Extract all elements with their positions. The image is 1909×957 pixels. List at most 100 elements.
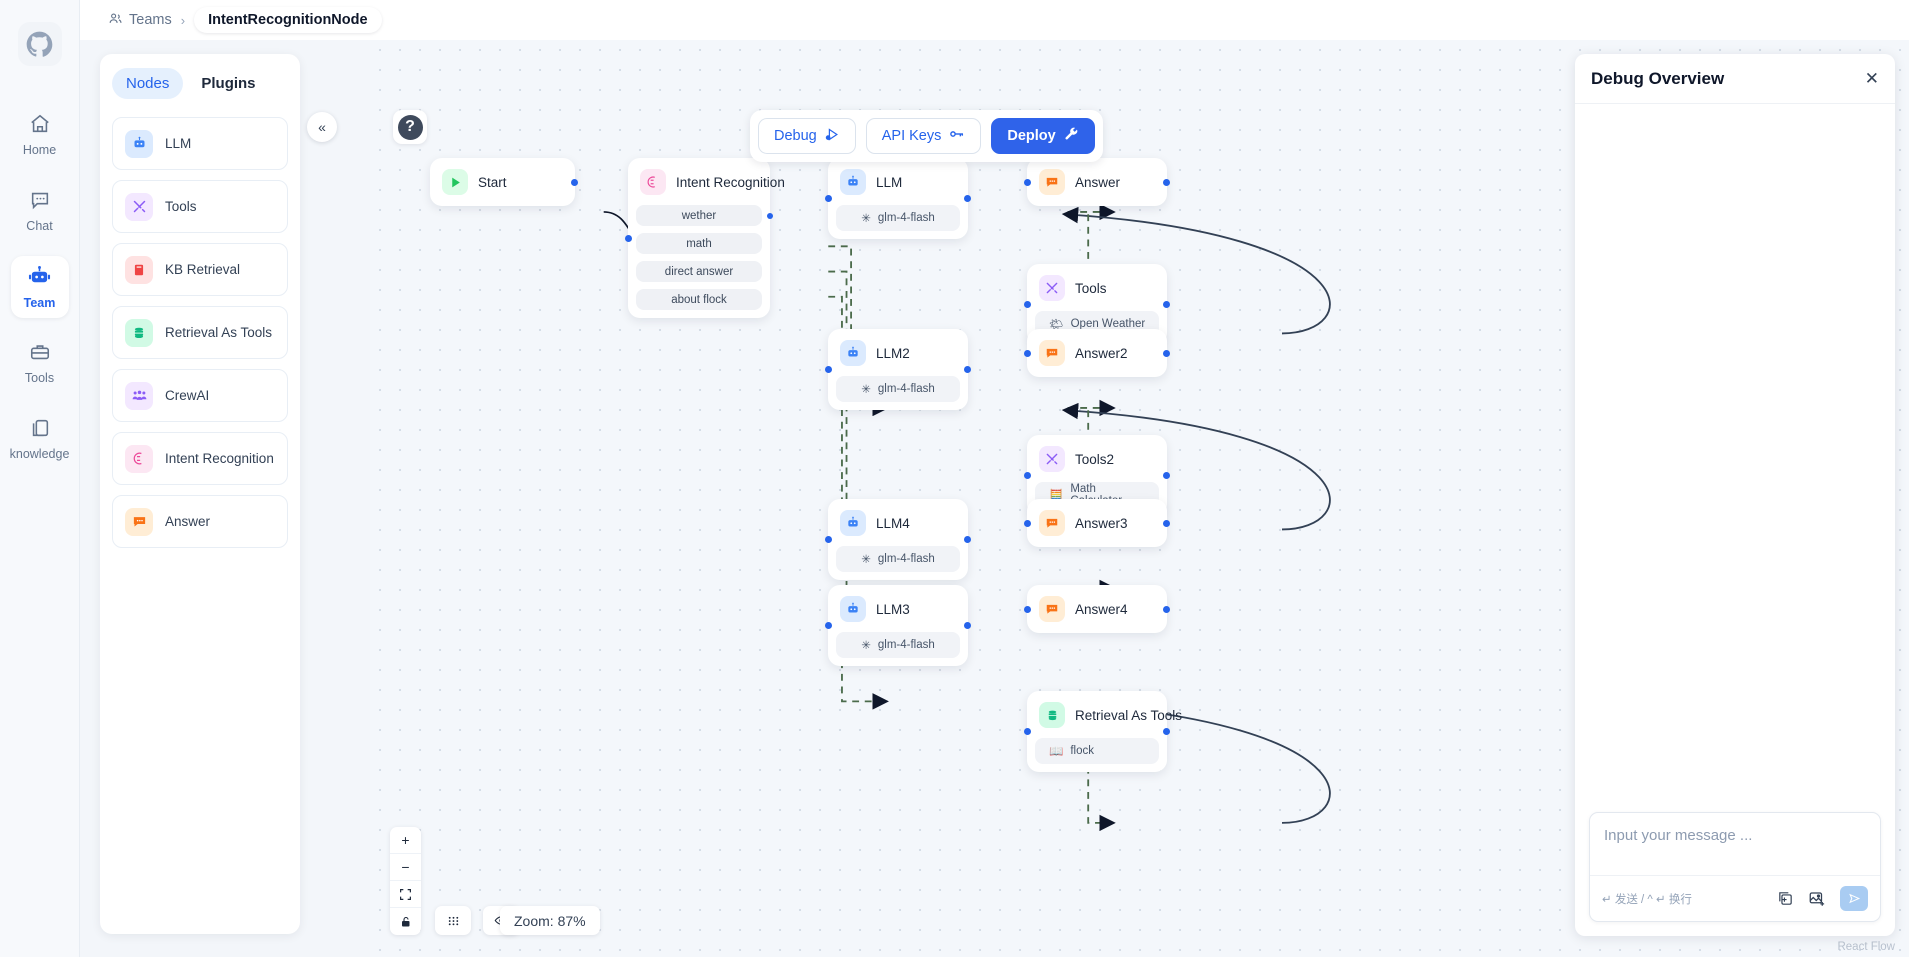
close-icon[interactable]: ✕ xyxy=(1865,70,1879,87)
node-port-right[interactable] xyxy=(1163,178,1170,186)
flow-node-llm3[interactable]: LLM3 ✳ glm-4-flash xyxy=(825,585,971,666)
flow-node-start[interactable]: Start xyxy=(430,158,578,206)
node-port-right[interactable] xyxy=(1163,605,1170,613)
api-keys-button[interactable]: API Keys xyxy=(865,118,982,154)
add-file-icon[interactable] xyxy=(1777,890,1794,907)
intent-icon xyxy=(125,444,153,473)
app-root: Home Chat Team Tools knowledge Teams › I… xyxy=(0,0,1909,957)
node-palette: Nodes Plugins LLM Tools KB Retrieval Ret… xyxy=(100,54,300,934)
sidebar-item-label: Tools xyxy=(24,371,55,386)
grid-toggle-button[interactable] xyxy=(435,906,471,935)
flow-node-model-label: glm-4-flash xyxy=(877,212,935,224)
flow-node-title: Retrieval As Tools xyxy=(1075,707,1183,723)
deploy-button[interactable]: Deploy xyxy=(991,118,1095,154)
robot-icon xyxy=(840,169,866,195)
node-port-left[interactable] xyxy=(625,234,632,242)
flow-node-answer4[interactable]: Answer4 xyxy=(1024,585,1170,633)
main-column: Teams › IntentRecognitionNode Nodes Plug… xyxy=(80,0,1909,957)
flow-node-answer2[interactable]: Answer2 xyxy=(1024,329,1170,377)
debug-panel-messages xyxy=(1575,104,1895,812)
flow-node-retrieval-as-tools[interactable]: Retrieval As Tools 📖 flock xyxy=(1024,691,1182,772)
palette-item-retrieval-as-tools[interactable]: Retrieval As Tools xyxy=(112,306,288,359)
node-port-left[interactable] xyxy=(825,195,832,202)
github-logo-icon[interactable] xyxy=(17,22,62,66)
flow-node-llm4[interactable]: LLM4 ✳ glm-4-flash xyxy=(825,499,971,580)
node-port-left[interactable] xyxy=(1024,728,1031,735)
intent-icon xyxy=(640,169,666,195)
node-port-right[interactable] xyxy=(571,178,578,186)
flow-node-model-label: glm-4-flash xyxy=(877,639,935,651)
tab-nodes[interactable]: Nodes xyxy=(112,68,184,99)
palette-item-llm[interactable]: LLM xyxy=(112,117,288,170)
node-port-right[interactable] xyxy=(964,195,971,202)
breadcrumb-teams-link[interactable]: Teams xyxy=(108,11,172,30)
intent-option-row[interactable]: about flock xyxy=(636,289,762,310)
lock-toggle-button[interactable] xyxy=(390,908,421,935)
flow-node-llm2[interactable]: LLM2 ✳ glm-4-flash xyxy=(825,329,971,410)
sidebar-item-home[interactable]: Home xyxy=(11,104,69,166)
flow-node-title: Intent Recognition xyxy=(676,174,785,190)
flow-node-intent-recognition[interactable]: Intent Recognition wether math direct an… xyxy=(625,158,785,318)
intent-option-row[interactable]: math xyxy=(636,233,762,254)
node-port-left[interactable] xyxy=(1024,349,1031,357)
node-port-left[interactable] xyxy=(825,622,832,629)
node-port-left[interactable] xyxy=(1024,519,1031,527)
node-port-right[interactable] xyxy=(964,366,971,373)
node-port-option[interactable] xyxy=(767,212,773,219)
node-port-right[interactable] xyxy=(1163,301,1170,308)
node-port-left[interactable] xyxy=(1024,472,1031,479)
intent-option-row[interactable]: direct answer xyxy=(636,261,762,282)
robot-icon xyxy=(840,596,866,622)
collapse-panel-button[interactable]: « xyxy=(307,112,337,142)
palette-item-intent-recognition[interactable]: Intent Recognition xyxy=(112,432,288,485)
book-icon: 📖 xyxy=(1049,746,1064,758)
robot-icon xyxy=(840,510,866,536)
speech-bubble-icon xyxy=(1039,510,1065,536)
message-composer-box: Input your message ... ↵ 发送 / ^ ↵ 换行 xyxy=(1589,812,1881,922)
node-port-left[interactable] xyxy=(825,366,832,373)
node-port-right[interactable] xyxy=(1163,728,1170,735)
add-image-icon[interactable] xyxy=(1808,890,1826,908)
intent-option-label: wether xyxy=(681,209,717,222)
node-port-left[interactable] xyxy=(825,536,832,543)
node-port-right[interactable] xyxy=(1163,519,1170,527)
help-button[interactable]: ? xyxy=(393,110,427,144)
debug-button[interactable]: Debug xyxy=(758,118,856,154)
home-icon xyxy=(29,113,51,140)
send-icon[interactable] xyxy=(1840,886,1868,911)
api-keys-label: API Keys xyxy=(881,128,942,144)
node-port-left[interactable] xyxy=(1024,605,1031,613)
composer-toolbar: ↵ 发送 / ^ ↵ 换行 xyxy=(1590,875,1880,921)
intent-option-row[interactable]: wether xyxy=(636,205,773,226)
sidebar-item-tools[interactable]: Tools xyxy=(11,332,69,394)
flow-node-model: ✳ glm-4-flash xyxy=(836,546,960,572)
sidebar-item-chat[interactable]: Chat xyxy=(11,180,69,242)
palette-item-tools[interactable]: Tools xyxy=(112,180,288,233)
tab-plugins[interactable]: Plugins xyxy=(187,68,269,99)
debug-panel-header: Debug Overview ✕ xyxy=(1575,54,1895,104)
flow-node-answer[interactable]: Answer xyxy=(1024,158,1170,206)
sidebar-item-knowledge[interactable]: knowledge xyxy=(10,408,69,470)
deploy-label: Deploy xyxy=(1007,128,1056,144)
flow-node-answer3[interactable]: Answer3 xyxy=(1024,499,1170,547)
message-input[interactable]: Input your message ... xyxy=(1590,813,1880,875)
fit-view-button[interactable] xyxy=(390,881,421,908)
flow-node-llm[interactable]: LLM ✳ glm-4-flash xyxy=(825,158,971,239)
node-port-right[interactable] xyxy=(964,536,971,543)
node-port-right[interactable] xyxy=(1163,349,1170,357)
intent-option-label: about flock xyxy=(671,293,727,306)
sidebar-item-team[interactable]: Team xyxy=(10,256,69,318)
speech-bubble-icon xyxy=(1039,596,1065,622)
sparkle-icon: ✳ xyxy=(861,384,871,396)
palette-item-kb-retrieval[interactable]: KB Retrieval xyxy=(112,243,288,296)
node-port-right[interactable] xyxy=(964,622,971,629)
palette-item-crewai[interactable]: CrewAI xyxy=(112,369,288,422)
zoom-in-button[interactable]: + xyxy=(390,827,421,854)
zoom-out-button[interactable]: − xyxy=(390,854,421,881)
palette-item-answer[interactable]: Answer xyxy=(112,495,288,548)
node-port-right[interactable] xyxy=(1163,472,1170,479)
speech-bubble-icon xyxy=(1039,169,1065,195)
node-port-left[interactable] xyxy=(1024,301,1031,308)
zoom-level-label: Zoom: 87% xyxy=(500,906,600,935)
node-port-left[interactable] xyxy=(1024,178,1031,186)
